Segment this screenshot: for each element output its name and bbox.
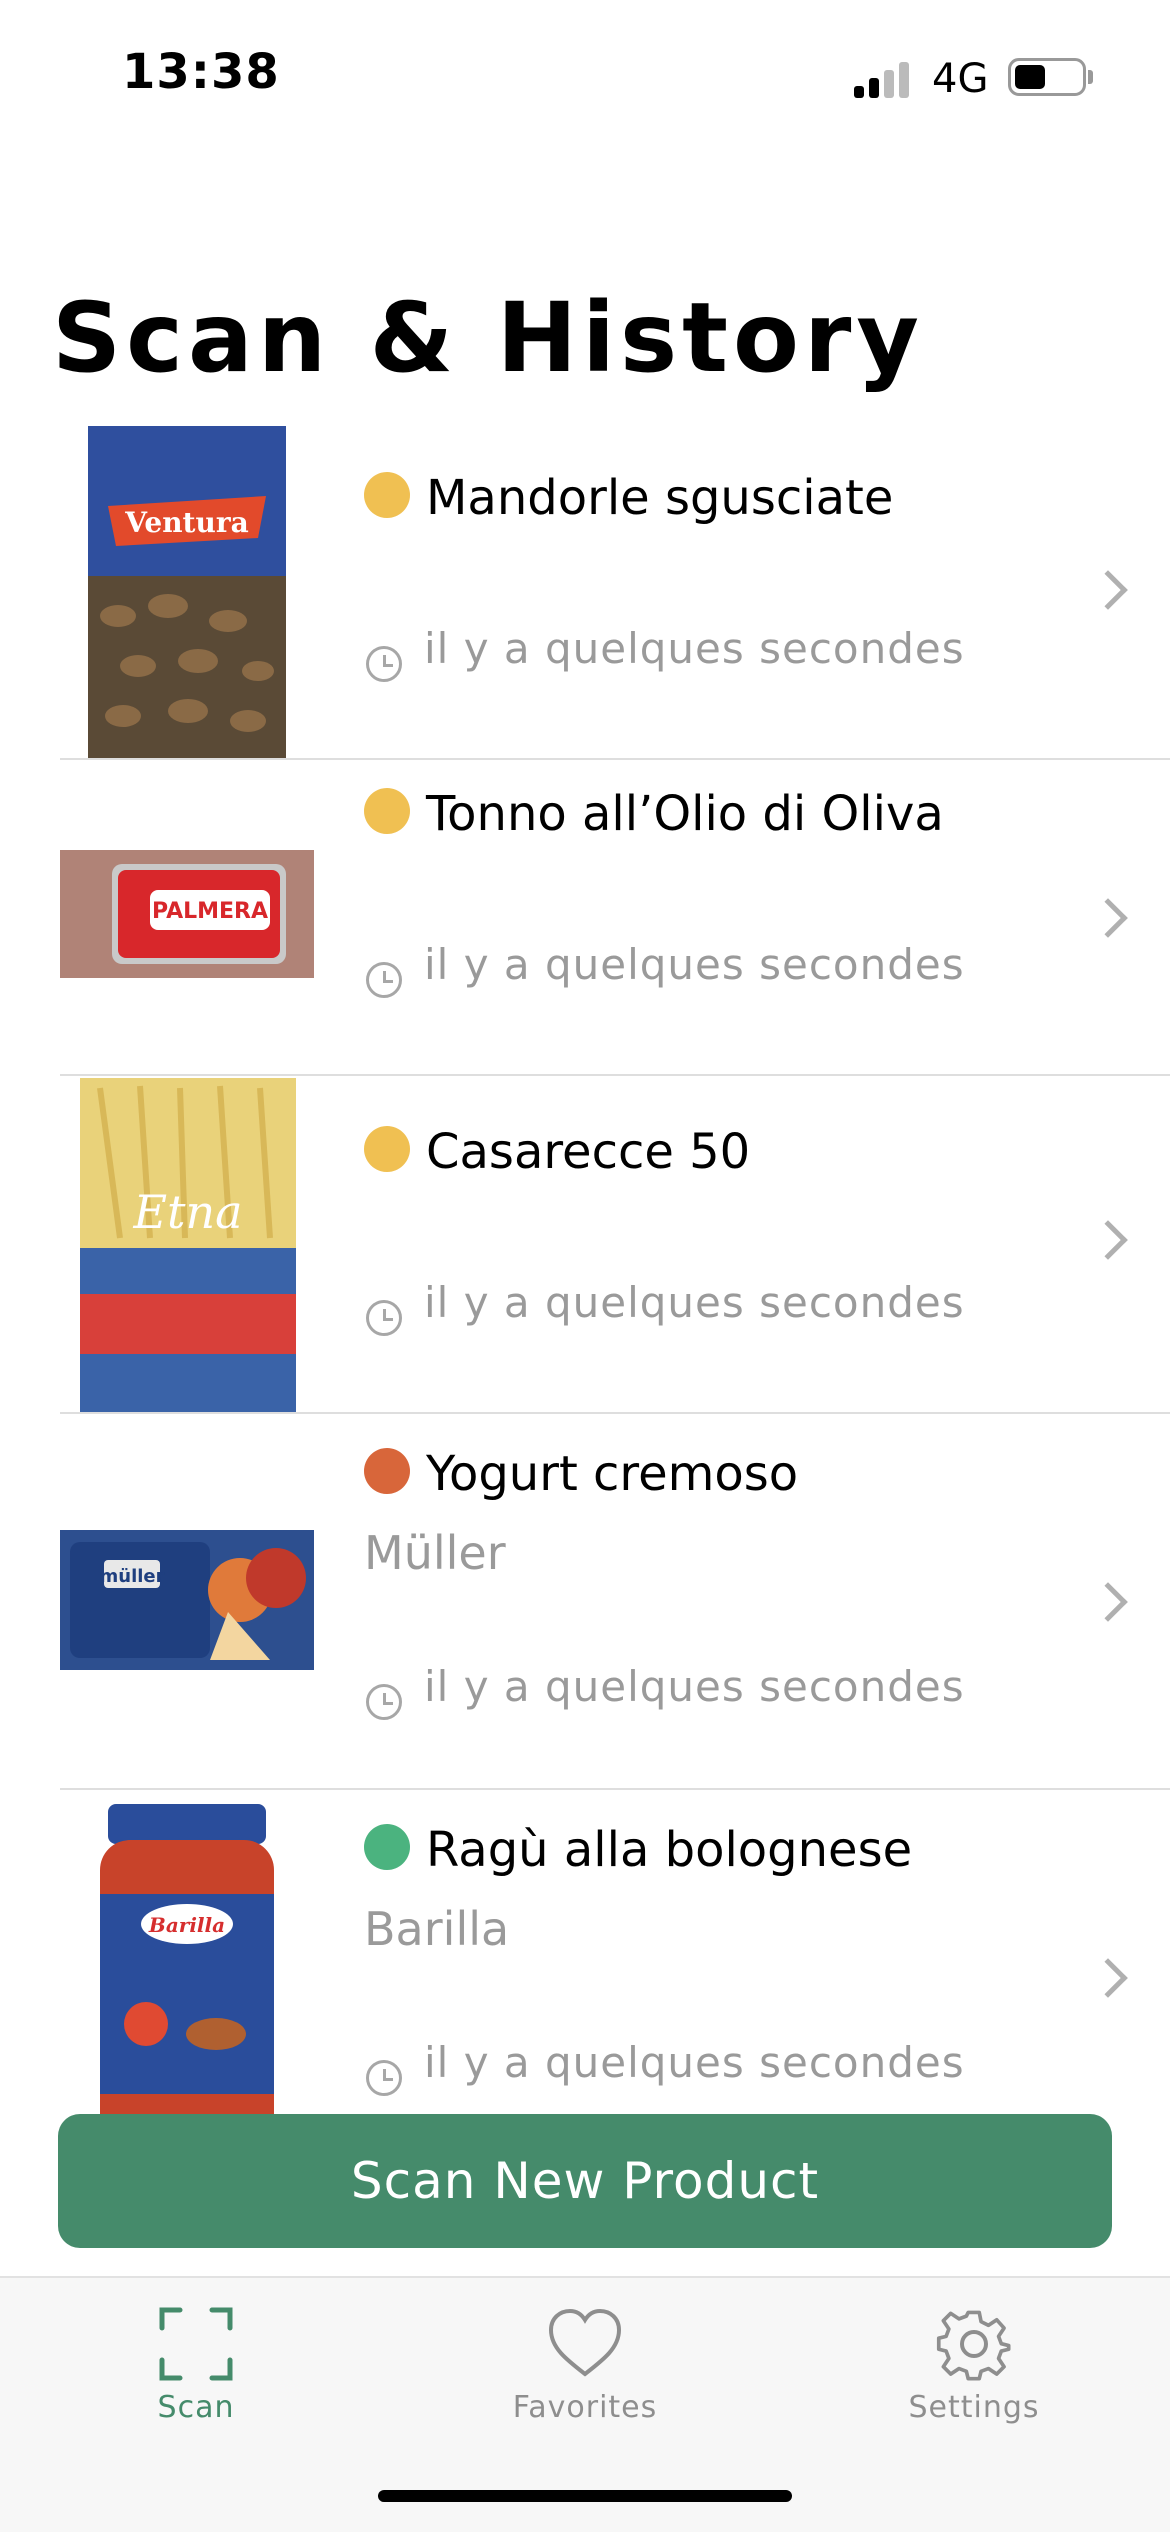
tab-scan[interactable]: Scan [76,2292,316,2432]
nutri-status-dot [364,1448,410,1494]
network-label: 4G [932,56,989,102]
product-brand: Müller [364,1526,506,1580]
product-name: Mandorle sgusciate [426,470,894,526]
chevron-right-icon[interactable] [1088,1958,1128,1998]
product-thumbnail: PALMERA [60,850,314,978]
svg-text:müller: müller [100,1566,165,1587]
nutri-status-dot [364,788,410,834]
tab-label: Scan [157,2390,235,2425]
product-brand: Barilla [364,1902,510,1956]
status-bar: 13:38 4G [0,0,1170,150]
nutri-status-dot [364,1126,410,1172]
tab-favorites[interactable]: Favorites [465,2292,705,2432]
clock-icon [366,2060,402,2096]
product-thumbnail: Barilla [96,1804,278,2160]
history-row[interactable]: PALMERA Tonno all’Olio di Oliva il y a q… [0,760,1170,1076]
scan-time: il y a quelques secondes [424,1278,965,1327]
clock-icon [366,962,402,998]
status-time: 13:38 [122,44,280,100]
product-thumbnail: Ventura [88,426,286,760]
tab-label: Favorites [512,2390,658,2425]
battery-icon [1008,58,1086,96]
tab-settings[interactable]: Settings [854,2292,1094,2432]
clock-icon [366,646,402,682]
nutri-status-dot [364,472,410,518]
product-thumbnail: müller [60,1530,314,1670]
chevron-right-icon[interactable] [1088,570,1128,610]
svg-text:Ventura: Ventura [124,506,249,539]
tab-label: Settings [908,2390,1040,2425]
product-name: Tonno all’Olio di Oliva [426,786,944,842]
product-name: Casarecce 50 [426,1124,751,1180]
chevron-right-icon[interactable] [1088,1582,1128,1622]
page-title: Scan & History [52,282,924,394]
scan-time: il y a quelques secondes [424,2038,965,2087]
product-name: Yogurt cremoso [426,1446,799,1502]
chevron-right-icon[interactable] [1088,898,1128,938]
product-name: Ragù alla bolognese [426,1822,913,1878]
history-row[interactable]: Etna Casarecce 50 il y a quelques second… [0,1076,1170,1414]
clock-icon [366,1684,402,1720]
svg-text:Barilla: Barilla [148,1913,225,1937]
signal-icon [854,58,914,98]
product-thumbnail: Etna [80,1078,296,1414]
svg-text:Etna: Etna [132,1185,242,1239]
history-row[interactable]: müller Yogurt cremoso Müller il y a quel… [0,1414,1170,1790]
home-indicator [378,2490,792,2502]
scan-new-product-button[interactable]: Scan New Product [58,2114,1112,2248]
gear-icon [936,2310,1011,2381]
svg-text:PALMERA: PALMERA [152,899,268,924]
history-list[interactable]: Ventura Mandorle sgusciate il y a quelqu… [0,420,1170,2160]
heart-icon [548,2308,622,2377]
scan-icon [159,2307,233,2381]
scan-time: il y a quelques secondes [424,1662,965,1711]
scan-time: il y a quelques secondes [424,940,965,989]
scan-time: il y a quelques secondes [424,624,965,673]
nutri-status-dot [364,1824,410,1870]
history-row[interactable]: Ventura Mandorle sgusciate il y a quelqu… [0,420,1170,760]
clock-icon [366,1300,402,1336]
chevron-right-icon[interactable] [1088,1220,1128,1260]
history-row[interactable]: Barilla Ragù alla bolognese Barilla il y… [0,1790,1170,2160]
